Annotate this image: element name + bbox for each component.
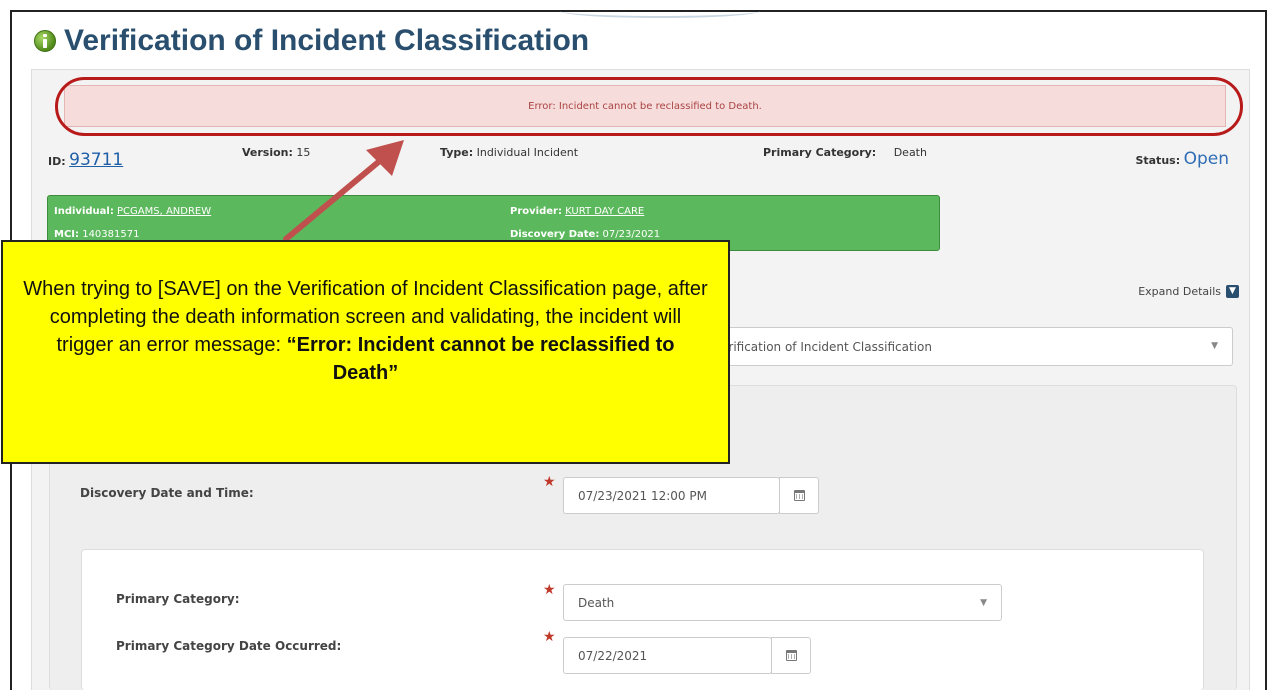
category-label: Primary Category: — [763, 146, 877, 159]
step-dropdown-value: erification of Incident Classification — [721, 339, 932, 354]
discovery-datetime-input[interactable]: 07/23/2021 12:00 PM — [563, 477, 780, 514]
incident-id: ID: 93711 — [48, 150, 123, 170]
decorative-arc — [560, 4, 760, 18]
primary-category-select[interactable]: Death ▼ — [563, 584, 1002, 621]
individual-field: Individual: PCGAMS, ANDREW — [54, 206, 211, 217]
provider-link[interactable]: KURT DAY CARE — [565, 206, 644, 217]
date-occurred-label: Primary Category Date Occurred: — [116, 639, 342, 653]
calendar-icon — [785, 650, 797, 661]
caret-down-icon: ▼ — [980, 598, 987, 608]
mci-field: MCI: 140381571 — [54, 229, 139, 240]
caret-down-icon: ▼ — [1211, 341, 1218, 351]
type-label: Type: — [440, 146, 474, 159]
discovery-datetime-label: Discovery Date and Time: — [80, 486, 254, 500]
category-value: Death — [893, 146, 927, 159]
version-label: Version: — [242, 146, 293, 159]
type-value: Individual Incident — [476, 146, 579, 159]
provider-label: Provider: — [510, 206, 562, 217]
id-label: ID: — [48, 155, 66, 168]
annotation-callout: When trying to [SAVE] on the Verificatio… — [1, 240, 730, 464]
expand-details-button[interactable]: Expand Details ▼ — [1138, 285, 1239, 298]
date-occurred-input[interactable]: 07/22/2021 — [563, 637, 772, 674]
version-value: 15 — [296, 146, 311, 159]
status-label: Status: — [1135, 154, 1181, 167]
mci-value: 140381571 — [82, 229, 140, 240]
incident-status: Status: Open — [1135, 149, 1229, 169]
incident-id-link[interactable]: 93711 — [69, 150, 123, 170]
mci-label: MCI: — [54, 229, 80, 240]
individual-link[interactable]: PCGAMS, ANDREW — [117, 206, 211, 217]
incident-primary-category: Primary Category: Death — [763, 146, 927, 159]
page-title: Verification of Incident Classification — [64, 24, 590, 57]
provider-field: Provider: KURT DAY CARE — [510, 206, 644, 217]
chevron-down-icon: ▼ — [1226, 285, 1239, 298]
incident-type: Type: Individual Incident — [440, 146, 578, 159]
info-icon — [34, 30, 56, 52]
individual-label: Individual: — [54, 206, 114, 217]
date-occurred-value: 07/22/2021 — [578, 648, 648, 663]
discovery-datetime-value: 07/23/2021 12:00 PM — [578, 488, 707, 503]
callout-emphasis: “Error: Incident cannot be reclassified … — [286, 334, 675, 384]
error-message: Error: Incident cannot be reclassified t… — [528, 100, 762, 112]
error-alert: Error: Incident cannot be reclassified t… — [64, 85, 1226, 127]
required-star-icon: ★ — [543, 629, 556, 645]
status-value: Open — [1183, 149, 1229, 169]
expand-details-label: Expand Details — [1138, 285, 1221, 298]
discovery-value: 07/23/2021 — [602, 229, 661, 240]
required-star-icon: ★ — [543, 582, 556, 598]
incident-version: Version: 15 — [242, 146, 310, 159]
page-header: Verification of Incident Classification — [34, 24, 589, 58]
date-occurred-calendar-button[interactable] — [771, 637, 811, 674]
primary-category-label: Primary Category: — [116, 592, 240, 606]
required-star-icon: ★ — [543, 474, 556, 490]
primary-category-value: Death — [578, 595, 615, 610]
calendar-icon — [793, 490, 805, 501]
discovery-calendar-button[interactable] — [779, 477, 819, 514]
discovery-label: Discovery Date: — [510, 229, 600, 240]
discovery-date-field: Discovery Date: 07/23/2021 — [510, 229, 660, 240]
